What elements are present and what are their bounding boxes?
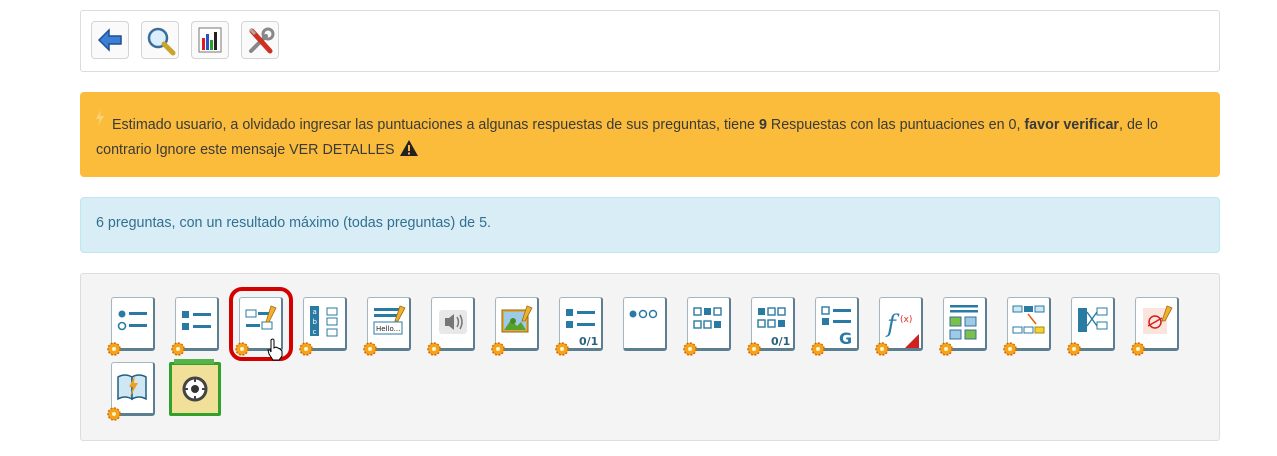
multiple-answer-true-false-icon xyxy=(693,307,722,329)
warning-text-after: , de lo xyxy=(1119,117,1158,133)
back-arrow-icon xyxy=(97,28,122,52)
safe-icon xyxy=(182,376,208,402)
hello-label: Hello... xyxy=(376,325,400,333)
tools-icon xyxy=(248,27,275,54)
flower-icon xyxy=(171,342,185,356)
question-type-annotation[interactable] xyxy=(1131,297,1179,356)
score-warning-alert: Estimado usuario, a olvidado ingresar la… xyxy=(80,92,1220,177)
back-button[interactable] xyxy=(91,21,129,59)
flower-icon xyxy=(107,407,121,421)
preview-button[interactable] xyxy=(141,21,179,59)
zero-one-label: 0/1 xyxy=(771,335,790,346)
flower-icon xyxy=(875,342,889,356)
annotation-icon xyxy=(1143,305,1173,334)
warning-count: 9 xyxy=(758,117,767,133)
question-type-multiple-answer-true-false[interactable] xyxy=(683,297,731,356)
question-type-exact-selection[interactable]: 0/1 xyxy=(555,297,603,356)
match-arrows-icon xyxy=(1078,307,1108,332)
question-type-single-choice[interactable] xyxy=(107,297,155,356)
flower-icon xyxy=(939,342,953,356)
hand-cursor-icon xyxy=(267,338,283,361)
exact-selection-icon: 0/1 xyxy=(566,309,598,346)
view-details-text[interactable]: contrario Ignore este mensaje VER DETALL… xyxy=(96,142,395,158)
question-type-calculated-answer[interactable]: f (x) xyxy=(875,297,923,356)
matching-icon: a b c xyxy=(310,306,338,337)
question-type-drag-and-drop[interactable] xyxy=(1003,297,1051,356)
warning-text: Estimado usuario, a olvidado ingresar la… xyxy=(112,117,759,133)
open-answer-icon: Hello... xyxy=(373,305,406,335)
hotspot-image-icon xyxy=(501,305,533,333)
svg-text:a: a xyxy=(313,308,317,316)
flower-icon xyxy=(1131,342,1145,356)
unique-answer-no-option-icon xyxy=(629,309,658,319)
flower-icon xyxy=(555,342,569,356)
toolbar xyxy=(80,10,1220,72)
flower-icon xyxy=(363,342,377,356)
recycle-existing-questions-button[interactable] xyxy=(169,359,221,416)
flower-icon xyxy=(811,342,825,356)
question-type-match-arrows[interactable] xyxy=(1067,297,1115,356)
reading-comprehension-icon xyxy=(117,374,147,401)
statistics-button[interactable] xyxy=(191,21,229,59)
zero-one-label: 0/1 xyxy=(579,335,598,346)
bar-chart-icon xyxy=(198,27,222,53)
question-type-global-multiple-answer[interactable]: G xyxy=(811,297,859,356)
lightning-icon xyxy=(96,110,104,126)
single-choice-icon xyxy=(117,310,147,331)
flower-icon xyxy=(491,342,505,356)
image-zones-icon xyxy=(949,305,978,340)
flower-icon xyxy=(299,342,313,356)
flower-icon xyxy=(235,342,249,356)
combination-true-false-icon: 0/1 xyxy=(757,307,790,346)
multiple-choice-icon xyxy=(182,311,211,330)
drag-and-drop-icon xyxy=(1012,305,1045,334)
settings-button[interactable] xyxy=(241,21,279,59)
oral-expression-icon xyxy=(439,310,467,334)
flower-icon xyxy=(427,342,441,356)
svg-text:c: c xyxy=(313,328,317,336)
question-type-fill-in-blanks[interactable] xyxy=(229,287,293,361)
flower-icon xyxy=(1067,342,1081,356)
question-type-unique-answer-no-option[interactable] xyxy=(623,297,667,351)
flower-icon xyxy=(683,342,697,356)
flower-icon xyxy=(1003,342,1017,356)
question-type-oral-expression[interactable] xyxy=(427,297,475,356)
g-label: G xyxy=(839,329,852,346)
exercise-info-alert: 6 preguntas, con un resultado máximo (to… xyxy=(80,197,1220,253)
flower-icon xyxy=(747,342,761,356)
question-types-panel: a b c Hello... 0/1 0/1 G f (x) xyxy=(80,273,1220,441)
verify-link[interactable]: favor verificar xyxy=(1024,117,1119,133)
warning-triangle-icon xyxy=(399,140,418,156)
question-type-reading-comprehension[interactable] xyxy=(107,362,155,421)
question-type-hotspot[interactable] xyxy=(491,297,539,356)
question-type-matching[interactable]: a b c xyxy=(299,297,347,356)
warning-text-middle: Respuestas con las puntuaciones en 0, xyxy=(766,117,1025,133)
info-text: 6 preguntas, con un resultado máximo (to… xyxy=(96,215,491,231)
question-type-multiple-choice[interactable] xyxy=(171,297,219,356)
flower-icon xyxy=(107,342,121,356)
x-label: (x) xyxy=(900,315,912,325)
question-type-image-zones[interactable] xyxy=(939,297,987,356)
question-type-open-answer[interactable]: Hello... xyxy=(363,297,411,356)
function-label: f xyxy=(885,310,900,338)
magnifier-icon xyxy=(147,27,176,56)
fill-in-blanks-icon xyxy=(245,305,277,330)
question-type-combination-true-false[interactable]: 0/1 xyxy=(747,297,795,356)
svg-text:b: b xyxy=(313,318,318,326)
global-multiple-answer-icon: G xyxy=(821,306,852,346)
